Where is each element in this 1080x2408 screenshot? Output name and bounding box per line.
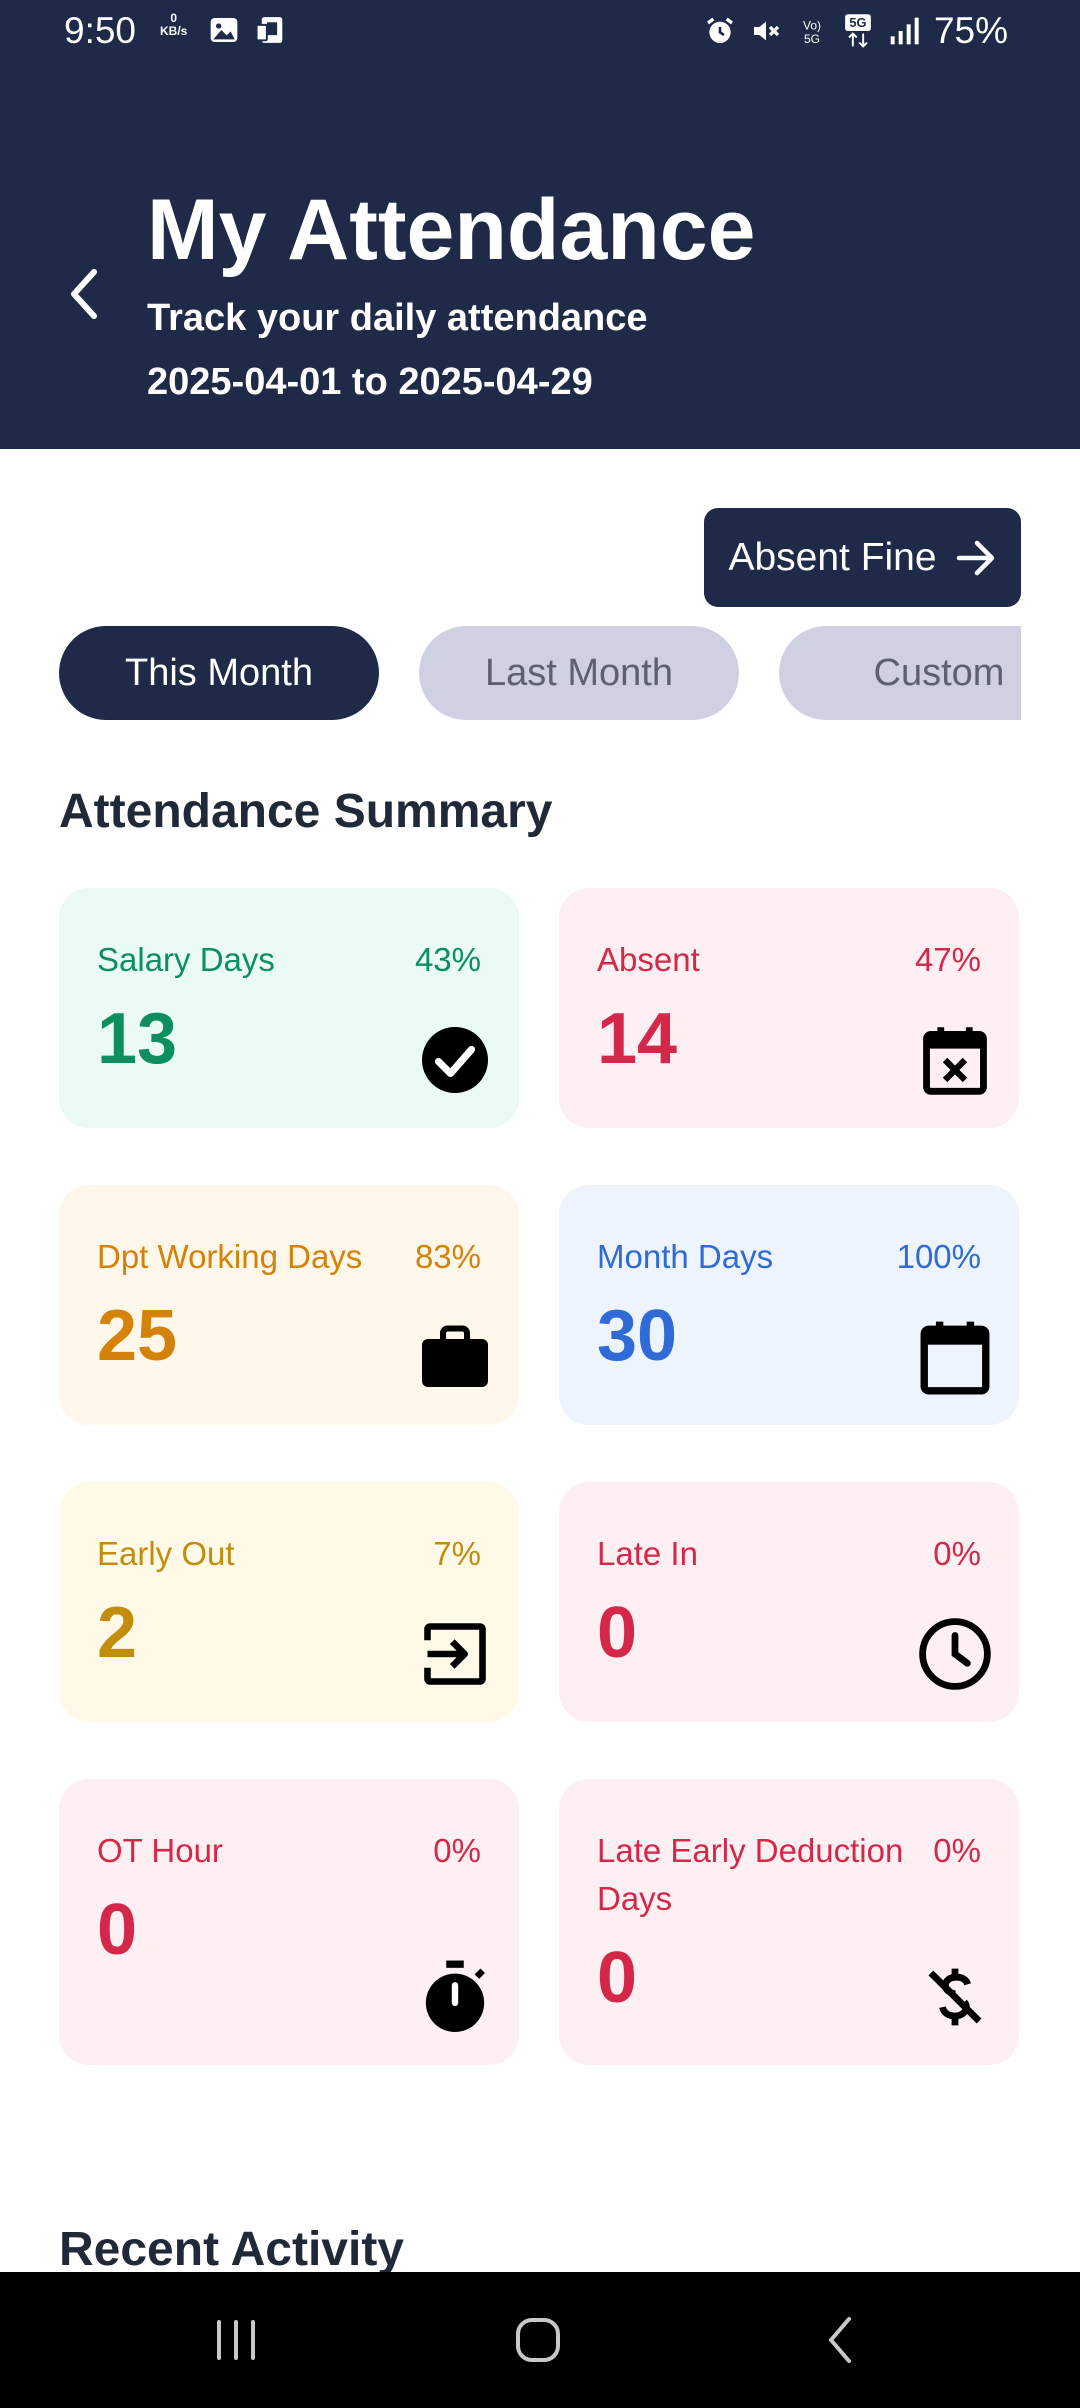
card-percent: 43%: [414, 941, 481, 978]
card-label: Absent: [597, 941, 700, 978]
card-value: 25: [97, 1296, 178, 1376]
svg-text:5G: 5G: [849, 15, 866, 30]
dpt-working-days-card[interactable]: Dpt Working Days 83% 25: [59, 1185, 519, 1425]
card-value: 0: [97, 1890, 138, 1970]
card-percent: 7%: [433, 1535, 481, 1572]
card-label: Early Out: [97, 1535, 235, 1572]
gallery-icon: [208, 14, 240, 46]
card-label: Late Early Deduction Days: [597, 1832, 904, 1917]
calendar-x-icon: [915, 1020, 995, 1100]
check-circle-icon: [415, 1020, 495, 1100]
network-speed: 0 KB/s: [160, 12, 187, 38]
screen-mirror-icon: [254, 14, 290, 46]
absent-fine-label: Absent Fine: [728, 535, 937, 579]
briefcase-icon: [415, 1317, 495, 1397]
absent-fine-button[interactable]: Absent Fine: [704, 508, 1021, 607]
clock-icon: [915, 1614, 995, 1694]
screen: 9:50 0 KB/s Vo) 5G 5G 75% My Attendance …: [0, 0, 1080, 2408]
stopwatch-icon: [415, 1957, 495, 2037]
home-button[interactable]: [488, 2300, 588, 2380]
card-value: 2: [97, 1593, 138, 1673]
battery-level: 75%: [933, 10, 1008, 51]
card-value: 14: [597, 999, 678, 1079]
back-button[interactable]: [56, 262, 112, 326]
chevron-left-icon: [71, 269, 97, 319]
5g-data-icon: 5G: [842, 13, 874, 49]
card-value: 30: [597, 1296, 678, 1376]
absent-card[interactable]: Absent 47% 14: [559, 888, 1019, 1128]
card-percent: 47%: [914, 941, 981, 978]
svg-text:Vo): Vo): [803, 19, 821, 33]
exit-icon: [415, 1614, 495, 1694]
nav-back-button[interactable]: [790, 2300, 890, 2380]
card-percent: 100%: [896, 1238, 981, 1275]
page-subtitle: Track your daily attendance: [147, 297, 648, 339]
header: 9:50 0 KB/s Vo) 5G 5G 75% My Attendance …: [0, 0, 1080, 449]
card-label: Late In: [597, 1535, 698, 1572]
card-label: Month Days: [597, 1238, 774, 1275]
money-off-icon: [915, 1957, 995, 2037]
card-label: Dpt Working Days: [97, 1238, 363, 1275]
month-days-card[interactable]: Month Days 100% 30: [559, 1185, 1019, 1425]
recent-activity-title: Recent Activity: [59, 2223, 404, 2276]
system-nav-bar: [0, 2272, 1080, 2408]
card-value: 0: [597, 1938, 638, 2018]
recent-apps-button[interactable]: [186, 2300, 286, 2380]
page-title: My Attendance: [147, 182, 756, 278]
home-icon: [516, 2318, 560, 2362]
calendar-icon: [915, 1317, 995, 1397]
card-value: 0: [597, 1593, 638, 1673]
network-speed-unit: KB/s: [160, 24, 188, 38]
alarm-icon: [704, 15, 736, 47]
salary-days-card[interactable]: Salary Days 43% 13: [59, 888, 519, 1128]
status-bar: 9:50 0 KB/s Vo) 5G 5G 75%: [0, 0, 1080, 64]
recent-apps-icon: [217, 2320, 255, 2360]
tab-custom[interactable]: Custom: [779, 626, 1021, 720]
late-in-card[interactable]: Late In 0% 0: [559, 1482, 1019, 1722]
card-percent: 0%: [433, 1832, 481, 1869]
volte-5g-icon: Vo) 5G: [796, 15, 828, 47]
card-label: OT Hour: [97, 1832, 223, 1869]
attendance-summary-title: Attendance Summary: [59, 785, 553, 838]
card-percent: 83%: [414, 1238, 481, 1275]
early-out-card[interactable]: Early Out 7% 2: [59, 1482, 519, 1722]
late-early-deduction-card[interactable]: Late Early Deduction Days 0% 0: [559, 1779, 1019, 2065]
card-label: Salary Days: [97, 941, 275, 978]
ot-hour-card[interactable]: OT Hour 0% 0: [59, 1779, 519, 2065]
card-percent: 0%: [933, 1832, 981, 1869]
card-value: 13: [97, 999, 178, 1079]
tab-this-month[interactable]: This Month: [59, 626, 379, 720]
signal-icon: [888, 15, 920, 47]
date-range: 2025-04-01 to 2025-04-29: [147, 361, 593, 403]
status-time: 9:50: [64, 10, 137, 51]
tab-last-month[interactable]: Last Month: [419, 626, 739, 720]
back-arrow-icon: [829, 2317, 851, 2363]
card-percent: 0%: [933, 1535, 981, 1572]
arrow-right-icon: [956, 540, 994, 575]
period-tabs: This Month Last Month Custom: [59, 626, 1021, 720]
svg-text:5G: 5G: [804, 32, 820, 46]
mute-icon: [750, 15, 782, 47]
